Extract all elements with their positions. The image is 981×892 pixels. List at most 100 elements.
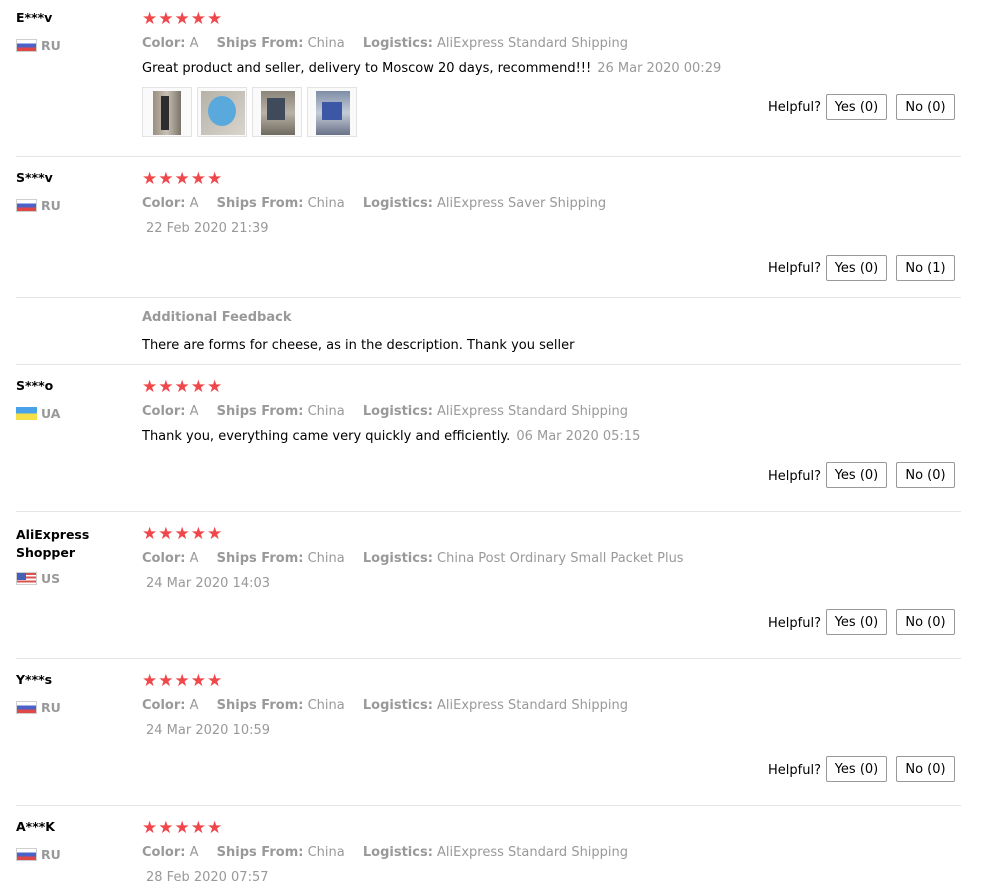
helpful-no-button[interactable]: No (0) <box>896 609 955 635</box>
logistics-value: AliExpress Standard Shipping <box>437 404 629 419</box>
helpful-yes-button[interactable]: Yes (0) <box>826 756 887 782</box>
divider <box>16 297 961 298</box>
review-text-line: Great product and seller, delivery to Mo… <box>142 61 721 76</box>
review-meta: Color: A Ships From: China Logistics: Al… <box>142 196 606 211</box>
reviewer-name: S***v <box>16 170 53 185</box>
reviewer-country: RU <box>16 198 61 213</box>
reviewer-country: RU <box>16 847 61 862</box>
review-meta: Color: A Ships From: China Logistics: Ch… <box>142 551 684 566</box>
helpful-label: Helpful? <box>768 469 821 484</box>
ships-from-value: China <box>307 36 345 51</box>
star-rating: ★★★★★ <box>142 524 224 544</box>
country-code: RU <box>41 198 61 213</box>
color-value: A <box>189 551 199 566</box>
review-photo[interactable] <box>197 87 247 137</box>
reviewer-name: S***o <box>16 378 54 393</box>
ru-flag-icon <box>16 701 37 714</box>
ru-flag-icon <box>16 199 37 212</box>
helpful-yes-button[interactable]: Yes (0) <box>826 462 887 488</box>
logistics-label: Logistics: <box>362 845 433 860</box>
divider <box>16 511 961 512</box>
star-rating: ★★★★★ <box>142 169 224 189</box>
color-value: A <box>189 845 199 860</box>
ships-from-value: China <box>307 698 345 713</box>
color-value: A <box>189 404 199 419</box>
logistics-value: AliExpress Standard Shipping <box>437 845 629 860</box>
review-meta: Color: A Ships From: China Logistics: Al… <box>142 698 628 713</box>
ships-from-label: Ships From: <box>216 698 304 713</box>
ua-flag-icon <box>16 407 37 420</box>
star-rating: ★★★★★ <box>142 377 224 397</box>
ru-flag-icon <box>16 848 37 861</box>
star-rating: ★★★★★ <box>142 818 224 838</box>
reviewer-name: AliExpress Shopper <box>16 527 90 560</box>
ships-from-value: China <box>307 404 345 419</box>
color-label: Color: <box>142 36 186 51</box>
reviewer-country: RU <box>16 38 61 53</box>
logistics-label: Logistics: <box>362 196 433 211</box>
review-photo[interactable] <box>307 87 357 137</box>
helpful-yes-button[interactable]: Yes (0) <box>826 609 887 635</box>
divider <box>16 156 961 157</box>
ships-from-value: China <box>307 551 345 566</box>
divider <box>16 805 961 806</box>
reviewer-name: E***v <box>16 10 53 25</box>
logistics-label: Logistics: <box>362 698 433 713</box>
ships-from-label: Ships From: <box>216 196 304 211</box>
review-photo[interactable] <box>142 87 192 137</box>
review-date: 28 Feb 2020 07:57 <box>146 870 269 885</box>
color-label: Color: <box>142 845 186 860</box>
logistics-value: AliExpress Standard Shipping <box>437 698 629 713</box>
helpful-yes-button[interactable]: Yes (0) <box>826 255 887 281</box>
color-value: A <box>189 196 199 211</box>
star-rating: ★★★★★ <box>142 9 224 29</box>
country-code: UA <box>41 406 61 421</box>
color-label: Color: <box>142 404 186 419</box>
country-code: RU <box>41 847 61 862</box>
reviewer-name: A***K <box>16 819 55 834</box>
additional-feedback-title: Additional Feedback <box>142 310 292 325</box>
country-code: US <box>41 571 61 586</box>
helpful-yes-button[interactable]: Yes (0) <box>826 94 887 120</box>
ships-from-label: Ships From: <box>216 551 304 566</box>
helpful-no-button[interactable]: No (1) <box>896 255 955 281</box>
color-value: A <box>189 698 199 713</box>
reviewer-country: RU <box>16 700 61 715</box>
us-flag-icon <box>16 572 37 585</box>
additional-feedback-text: There are forms for cheese, as in the de… <box>142 338 575 353</box>
ru-flag-icon <box>16 39 37 52</box>
ships-from-label: Ships From: <box>216 36 304 51</box>
review-text-line: Thank you, everything came very quickly … <box>142 429 640 444</box>
ships-from-value: China <box>307 196 345 211</box>
logistics-value: China Post Ordinary Small Packet Plus <box>437 551 684 566</box>
color-value: A <box>189 36 199 51</box>
review-date: 06 Mar 2020 05:15 <box>516 429 641 444</box>
logistics-label: Logistics: <box>362 36 433 51</box>
ships-from-value: China <box>307 845 345 860</box>
helpful-label: Helpful? <box>768 261 821 276</box>
color-label: Color: <box>142 551 186 566</box>
logistics-value: AliExpress Standard Shipping <box>437 36 629 51</box>
helpful-label: Helpful? <box>768 763 821 778</box>
review-date: 24 Mar 2020 10:59 <box>146 723 271 738</box>
helpful-no-button[interactable]: No (0) <box>896 462 955 488</box>
reviewer-country: UA <box>16 406 60 421</box>
review-date: 26 Mar 2020 00:29 <box>597 61 722 76</box>
review-date: 22 Feb 2020 21:39 <box>146 221 269 236</box>
review-meta: Color: A Ships From: China Logistics: Al… <box>142 845 628 860</box>
review-date: 24 Mar 2020 14:03 <box>146 576 271 591</box>
ships-from-label: Ships From: <box>216 404 304 419</box>
color-label: Color: <box>142 196 186 211</box>
logistics-value: AliExpress Saver Shipping <box>437 196 607 211</box>
divider <box>16 364 961 365</box>
helpful-no-button[interactable]: No (0) <box>896 94 955 120</box>
reviewer-country: US <box>16 571 60 586</box>
review-text: Great product and seller, delivery to Mo… <box>142 61 592 76</box>
helpful-no-button[interactable]: No (0) <box>896 756 955 782</box>
country-code: RU <box>41 700 61 715</box>
ships-from-label: Ships From: <box>216 845 304 860</box>
helpful-label: Helpful? <box>768 100 821 115</box>
logistics-label: Logistics: <box>362 404 433 419</box>
review-photo[interactable] <box>252 87 302 137</box>
reviewer-name: Y***s <box>16 672 53 687</box>
